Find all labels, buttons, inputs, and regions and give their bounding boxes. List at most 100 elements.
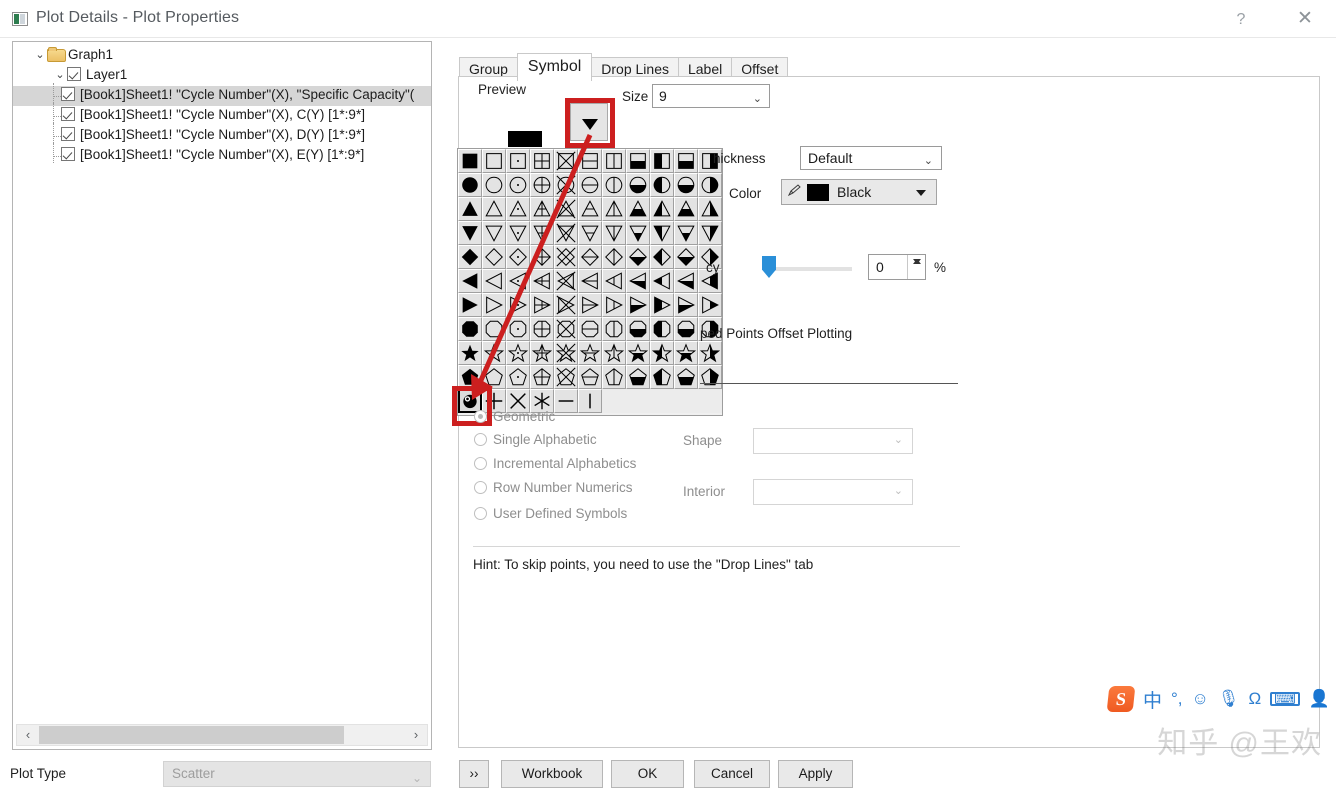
apply-button[interactable]: Apply: [778, 760, 853, 788]
symbol-cell-pentagon-left-half[interactable]: [650, 365, 674, 389]
transparency-slider[interactable]: [762, 256, 852, 278]
chevron-down-icon[interactable]: ⌄: [894, 433, 903, 446]
symbol-cell-diamond-half-vert-line[interactable]: [602, 245, 626, 269]
symbol-cell-triangle-right-half-horiz-line[interactable]: [578, 293, 602, 317]
symbol-cell-triangle-up-bottom-half2[interactable]: [674, 197, 698, 221]
symbol-cell-circle-dot[interactable]: [506, 173, 530, 197]
edge-thickness-combo[interactable]: Default ⌄: [800, 146, 942, 170]
transparency-spinner[interactable]: 0: [868, 254, 926, 280]
close-button[interactable]: ✕: [1288, 8, 1322, 32]
symbol-cell-triangle-left-open[interactable]: [482, 269, 506, 293]
symbol-cell-triangle-right-solid[interactable]: [458, 293, 482, 317]
tab-symbol[interactable]: Symbol: [516, 53, 593, 81]
symbol-cell-octagon-open[interactable]: [482, 317, 506, 341]
symbol-cell-triangle-down-solid[interactable]: [458, 221, 482, 245]
symbol-cell-triangle-up-dot[interactable]: [506, 197, 530, 221]
symbol-cell-triangle-up-open[interactable]: [482, 197, 506, 221]
symbol-cell-triangle-right-bottom-half[interactable]: [626, 293, 650, 317]
tree-node-plot-3[interactable]: [Book1]Sheet1! "Cycle Number"(X), E(Y) […: [13, 143, 431, 166]
chevron-down-icon[interactable]: ⌄: [33, 48, 47, 61]
symbol-cell-circle-half-horiz-line[interactable]: [578, 173, 602, 197]
symbol-cell-diamond-cross-quad[interactable]: [530, 245, 554, 269]
symbol-cell-octagon-cross-quad[interactable]: [530, 317, 554, 341]
ime-emoji-icon[interactable]: ☺: [1192, 689, 1209, 709]
symbol-cell-diamond-open[interactable]: [482, 245, 506, 269]
symbol-cell-circle-bottom-half[interactable]: [626, 173, 650, 197]
symbol-cell-triangle-up-half-vert-line[interactable]: [602, 197, 626, 221]
symbol-cell-triangle-left-dot[interactable]: [506, 269, 530, 293]
scroll-right-icon[interactable]: ›: [405, 725, 427, 745]
symbol-cell-pentagon-x-cross[interactable]: [554, 365, 578, 389]
symbol-cell-pentagon-bottom-half[interactable]: [626, 365, 650, 389]
radio-icon[interactable]: [474, 409, 487, 423]
ime-punctuation-icon[interactable]: °,: [1171, 689, 1183, 709]
symbol-cell-triangle-right-right-half[interactable]: [698, 293, 722, 317]
symbol-cell-triangle-right-left-half[interactable]: [650, 293, 674, 317]
size-combo[interactable]: 9 ⌄: [652, 84, 770, 108]
symbol-cell-diamond-bottom-half[interactable]: [626, 245, 650, 269]
help-button[interactable]: ?: [1224, 8, 1258, 32]
symbol-cell-triangle-down-half-vert-line[interactable]: [602, 221, 626, 245]
chevron-down-icon[interactable]: ⌄: [894, 484, 903, 497]
symbol-cell-octagon-half-horiz-line[interactable]: [578, 317, 602, 341]
symbol-cell-triangle-left-left-half[interactable]: [650, 269, 674, 293]
symbol-cell-star-bottom-half2[interactable]: [674, 341, 698, 365]
symbol-cell-pentagon-half-horiz-line[interactable]: [578, 365, 602, 389]
symbol-cell-square-open[interactable]: [482, 149, 506, 173]
symbol-cell-star-solid[interactable]: [458, 341, 482, 365]
symbol-cell-star-open[interactable]: [482, 341, 506, 365]
ime-toolbar[interactable]: S 中 °, ☺ 🎙 Ω ⌨ 👤: [1102, 682, 1336, 716]
symbol-cell-star-left-half[interactable]: [650, 341, 674, 365]
symbol-cell-square-bottom-half[interactable]: [626, 149, 650, 173]
symbol-cell-pentagon-right-half[interactable]: [698, 365, 722, 389]
tree-checkbox[interactable]: [67, 67, 81, 82]
symbol-dropdown-button[interactable]: [570, 103, 608, 141]
expand-button[interactable]: ››: [459, 760, 489, 788]
ok-button[interactable]: OK: [611, 760, 684, 788]
symbol-cell-diamond-solid[interactable]: [458, 245, 482, 269]
symbol-cell-octagon-solid[interactable]: [458, 317, 482, 341]
symbol-cell-octagon-bottom-half[interactable]: [626, 317, 650, 341]
symbol-cell-triangle-down-bottom-half2[interactable]: [674, 221, 698, 245]
symbol-cell-pentagon-bottom-half2[interactable]: [674, 365, 698, 389]
symbol-cell-triangle-down-x-cross[interactable]: [554, 221, 578, 245]
symbol-cell-diamond-bottom-half2[interactable]: [674, 245, 698, 269]
symbol-cell-triangle-left-x-cross[interactable]: [554, 269, 578, 293]
plot-tree[interactable]: ⌄ Graph1 ⌄ Layer1 [Book1]Sheet1! "Cycle Nu…: [13, 46, 431, 711]
symbol-cell-octagon-half-vert-line[interactable]: [602, 317, 626, 341]
radio-icon[interactable]: [474, 480, 487, 494]
symbol-cell-triangle-up-x-cross[interactable]: [554, 197, 578, 221]
tree-horizontal-scrollbar[interactable]: ‹ ›: [16, 724, 428, 746]
symbol-cell-triangle-down-right-half[interactable]: [698, 221, 722, 245]
symbol-cell-octagon-bottom-half2[interactable]: [674, 317, 698, 341]
tree-node-plot-1[interactable]: [Book1]Sheet1! "Cycle Number"(X), C(Y) […: [13, 103, 431, 126]
symbol-cell-triangle-right-open[interactable]: [482, 293, 506, 317]
symbol-cell-triangle-left-half-vert-line[interactable]: [602, 269, 626, 293]
symbol-cell-triangle-right-x-cross[interactable]: [554, 293, 578, 317]
tree-checkbox[interactable]: [61, 87, 75, 102]
symbol-cell-circle-right-half[interactable]: [698, 173, 722, 197]
sogou-logo-icon[interactable]: S: [1106, 686, 1136, 712]
symbol-cell-diamond-left-half[interactable]: [650, 245, 674, 269]
symbol-cell-circle-solid[interactable]: [458, 173, 482, 197]
chevron-down-icon[interactable]: ⌄: [753, 88, 762, 110]
symbol-cell-pentagon-open[interactable]: [482, 365, 506, 389]
color-combo[interactable]: Black: [781, 179, 937, 205]
symbol-cell-triangle-left-bottom-half2[interactable]: [674, 269, 698, 293]
cancel-button[interactable]: Cancel: [694, 760, 770, 788]
symbol-cell-triangle-left-half-horiz-line[interactable]: [578, 269, 602, 293]
radio-row-number-numerics[interactable]: Row Number Numerics: [474, 479, 633, 495]
symbol-cell-octagon-dot[interactable]: [506, 317, 530, 341]
symbol-cell-octagon-left-half[interactable]: [650, 317, 674, 341]
symbol-cell-triangle-left-cross-quad[interactable]: [530, 269, 554, 293]
symbol-cell-pentagon-cross-quad[interactable]: [530, 365, 554, 389]
symbol-cell-square-left-half[interactable]: [650, 149, 674, 173]
symbol-cell-circle-cross-quad[interactable]: [530, 173, 554, 197]
symbol-cell-star-dot[interactable]: [506, 341, 530, 365]
symbol-cell-triangle-up-bottom-half[interactable]: [626, 197, 650, 221]
symbol-cell-square-dot[interactable]: [506, 149, 530, 173]
tree-checkbox[interactable]: [61, 107, 75, 122]
triangle-down-icon[interactable]: [916, 190, 926, 196]
symbol-cell-triangle-right-bottom-half2[interactable]: [674, 293, 698, 317]
symbol-cell-triangle-left-bottom-half[interactable]: [626, 269, 650, 293]
